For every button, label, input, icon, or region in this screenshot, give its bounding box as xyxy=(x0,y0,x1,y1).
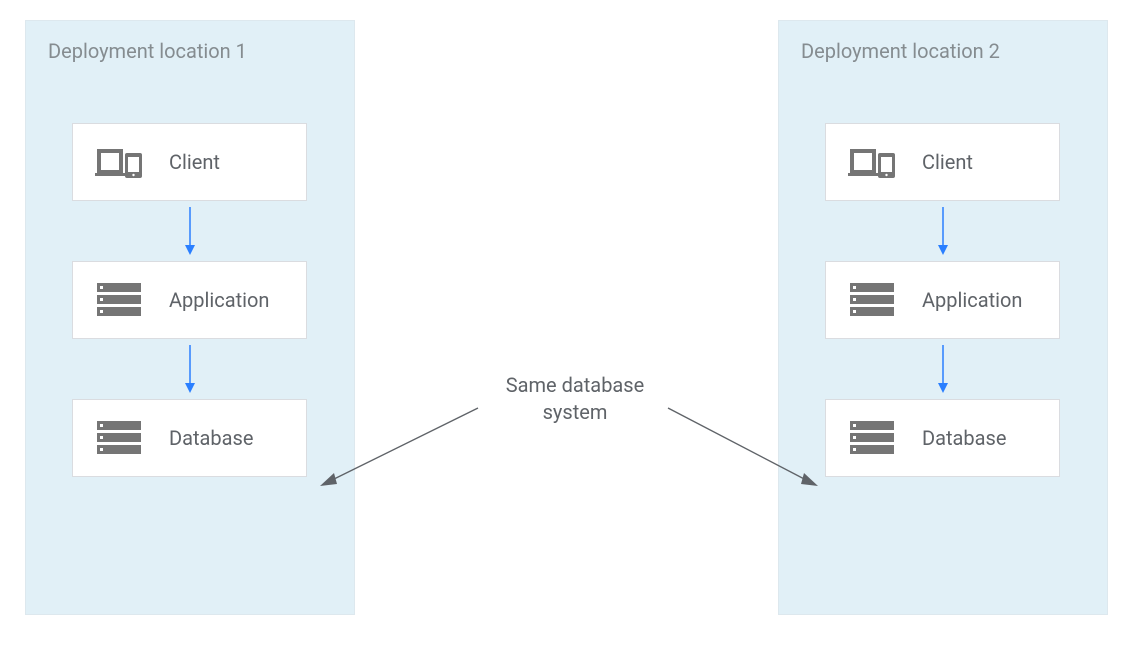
location-2-title: Deployment location 2 xyxy=(801,39,1085,63)
location-1-title: Deployment location 1 xyxy=(48,39,332,63)
flow-arrow-icon xyxy=(183,343,197,395)
deployment-location-2: Deployment location 2 Client xyxy=(778,20,1108,615)
flow-arrow-icon xyxy=(936,205,950,257)
tier-label: Client xyxy=(922,150,973,174)
deployment-location-1: Deployment location 1 Client xyxy=(25,20,355,615)
server-icon xyxy=(95,280,143,320)
tier-label: Application xyxy=(169,288,269,312)
tier-label: Client xyxy=(169,150,220,174)
server-icon xyxy=(848,418,896,458)
client-box-2: Client xyxy=(825,123,1060,201)
flow-arrow-icon xyxy=(936,343,950,395)
server-icon xyxy=(95,418,143,458)
center-annotation: Same database system xyxy=(490,372,660,426)
tier-label: Database xyxy=(169,426,253,450)
application-box-2: Application xyxy=(825,261,1060,339)
server-icon xyxy=(848,280,896,320)
tier-label: Application xyxy=(922,288,1022,312)
device-icon xyxy=(95,142,143,182)
tier-label: Database xyxy=(922,426,1006,450)
application-box-1: Application xyxy=(72,261,307,339)
flow-arrow-icon xyxy=(183,205,197,257)
client-box-1: Client xyxy=(72,123,307,201)
database-box-2: Database xyxy=(825,399,1060,477)
database-box-1: Database xyxy=(72,399,307,477)
device-icon xyxy=(848,142,896,182)
